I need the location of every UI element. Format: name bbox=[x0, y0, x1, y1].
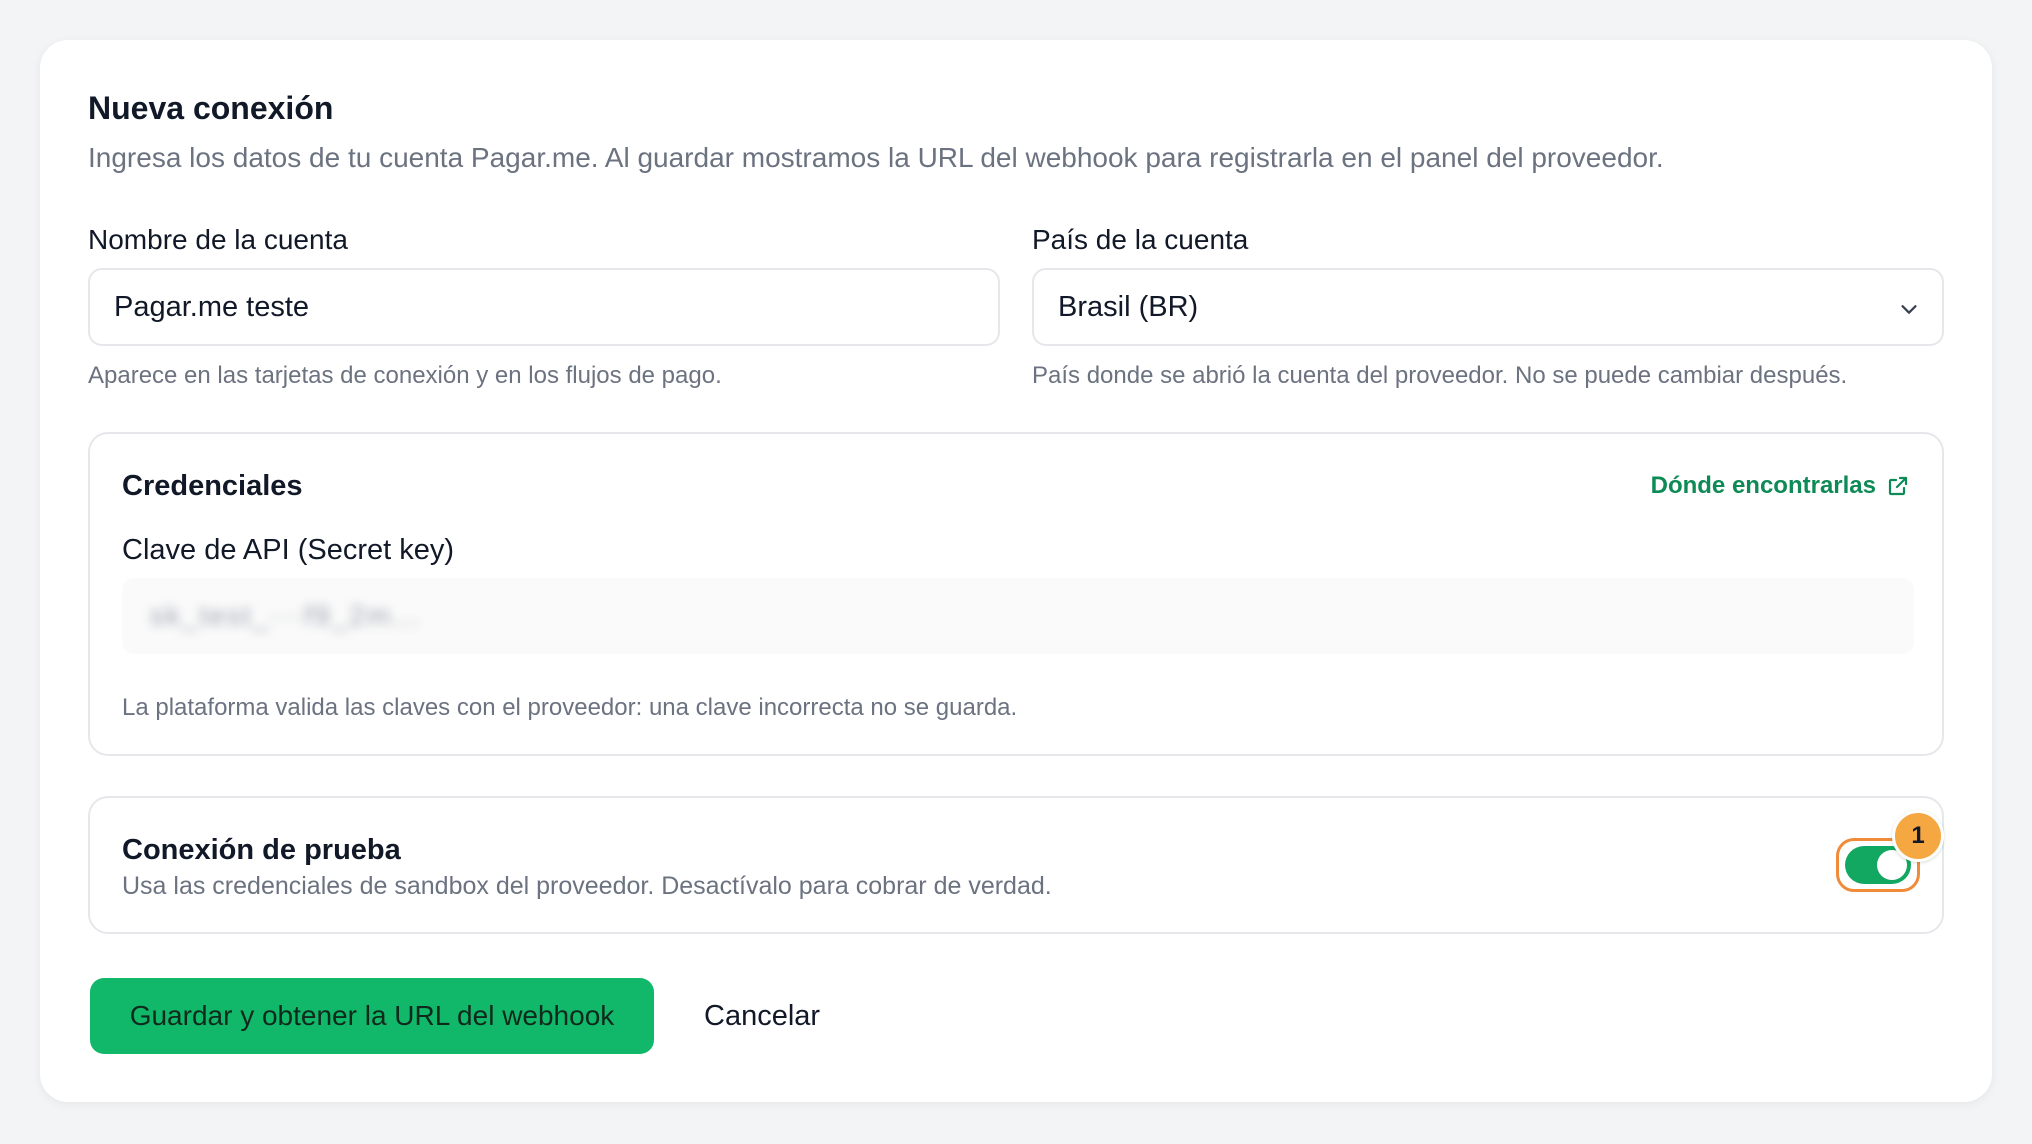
cancel-button[interactable]: Cancelar bbox=[704, 978, 820, 1054]
account-name-value: Pagar.me teste bbox=[114, 290, 310, 323]
credentials-panel: Credenciales Dónde encontrarlas Clave de… bbox=[88, 432, 1944, 756]
credentials-title: Credenciales bbox=[122, 470, 303, 502]
chevron-down-icon bbox=[1901, 305, 1917, 314]
new-connection-card: Nueva conexión Ingresa los datos de tu c… bbox=[40, 40, 1992, 1102]
step-badge: 1 bbox=[1892, 810, 1944, 862]
external-link-icon bbox=[1888, 476, 1908, 496]
credentials-help: La plataforma valida las claves con el p… bbox=[122, 694, 1018, 721]
where-to-find-label: Dónde encontrarlas bbox=[1650, 472, 1876, 499]
form-subtitle: Ingresa los datos de tu cuenta Pagar.me.… bbox=[88, 142, 1664, 173]
account-name-help: Aparece en las tarjetas de conexión y en… bbox=[88, 362, 722, 389]
test-connection-title: Conexión de prueba bbox=[122, 834, 401, 866]
where-to-find-link[interactable]: Dónde encontrarlas bbox=[1651, 472, 1910, 500]
account-country-label: País de la cuenta bbox=[1032, 224, 1249, 255]
account-name-label: Nombre de la cuenta bbox=[88, 224, 348, 255]
save-button[interactable]: Guardar y obtener la URL del webhook bbox=[90, 978, 654, 1054]
account-country-select[interactable]: Brasil (BR) bbox=[1032, 268, 1944, 346]
test-connection-description: Usa las credenciales de sandbox del prov… bbox=[122, 872, 1052, 900]
account-name-input[interactable]: Pagar.me teste bbox=[88, 268, 1000, 346]
account-country-help: País donde se abrió la cuenta del provee… bbox=[1032, 362, 1848, 389]
api-key-value: sk_test_···f9_2m... bbox=[150, 600, 422, 631]
form-title: Nueva conexión bbox=[88, 90, 334, 126]
test-connection-panel: Conexión de prueba Usa las credenciales … bbox=[88, 796, 1944, 934]
account-country-value: Brasil (BR) bbox=[1058, 290, 1199, 323]
api-key-label: Clave de API (Secret key) bbox=[122, 534, 455, 566]
api-key-input[interactable]: sk_test_···f9_2m... bbox=[122, 578, 1914, 654]
